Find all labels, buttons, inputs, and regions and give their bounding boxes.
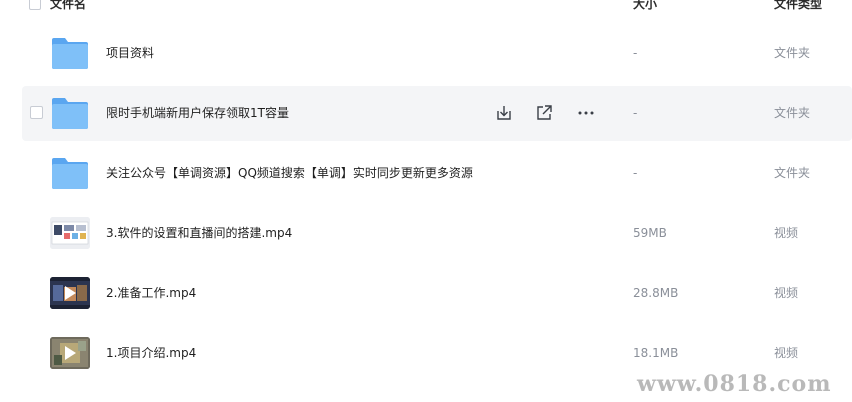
file-type: 文件夹	[774, 46, 811, 60]
share-icon[interactable]	[534, 103, 554, 123]
column-header-type[interactable]: 文件类型	[774, 0, 822, 12]
column-header-name[interactable]: 文件名	[50, 0, 86, 12]
file-type: 视频	[774, 286, 799, 300]
video-thumbnail	[50, 217, 90, 249]
folder-icon	[50, 96, 90, 130]
file-size: -	[633, 46, 638, 60]
more-icon[interactable]	[576, 103, 596, 123]
file-name[interactable]: 关注公众号【单调资源】QQ频道搜索【单调】实时同步更新更多资源	[106, 165, 473, 181]
file-row[interactable]: 3.软件的设置和直播间的搭建.mp4 59MB 视频	[22, 206, 852, 261]
file-row[interactable]: 关注公众号【单调资源】QQ频道搜索【单调】实时同步更新更多资源 - 文件夹	[22, 146, 852, 201]
file-name[interactable]: 限时手机端新用户保存领取1T容量	[106, 105, 289, 121]
column-header-size[interactable]: 大小	[633, 0, 657, 12]
row-checkbox[interactable]	[30, 106, 43, 119]
file-row[interactable]: 2.准备工作.mp4 28.8MB 视频	[22, 266, 852, 321]
file-size: 59MB	[633, 226, 667, 240]
play-icon	[65, 286, 76, 300]
file-row[interactable]: 项目资料 - 文件夹	[22, 26, 852, 81]
file-type: 视频	[774, 346, 799, 360]
file-size: -	[633, 106, 638, 120]
file-size: 28.8MB	[633, 286, 679, 300]
video-thumbnail	[50, 337, 90, 369]
file-name[interactable]: 3.软件的设置和直播间的搭建.mp4	[106, 225, 292, 241]
file-name[interactable]: 1.项目介绍.mp4	[106, 345, 196, 361]
file-size: 18.1MB	[633, 346, 679, 360]
download-icon[interactable]	[494, 103, 514, 123]
file-row[interactable]: 限时手机端新用户保存领取1T容量 - 文件夹	[22, 86, 852, 141]
file-size: -	[633, 166, 638, 180]
video-thumbnail	[50, 277, 90, 309]
file-name[interactable]: 2.准备工作.mp4	[106, 285, 196, 301]
file-list-header: 文件名 大小 文件类型	[0, 0, 852, 14]
file-type: 文件夹	[774, 106, 811, 120]
select-all-checkbox[interactable]	[29, 0, 41, 10]
play-icon	[65, 346, 76, 360]
folder-icon	[50, 156, 90, 190]
folder-icon	[50, 36, 90, 70]
file-type: 文件夹	[774, 166, 811, 180]
file-name[interactable]: 项目资料	[106, 45, 154, 61]
watermark: www.0818.com	[637, 371, 832, 397]
file-type: 视频	[774, 226, 799, 240]
